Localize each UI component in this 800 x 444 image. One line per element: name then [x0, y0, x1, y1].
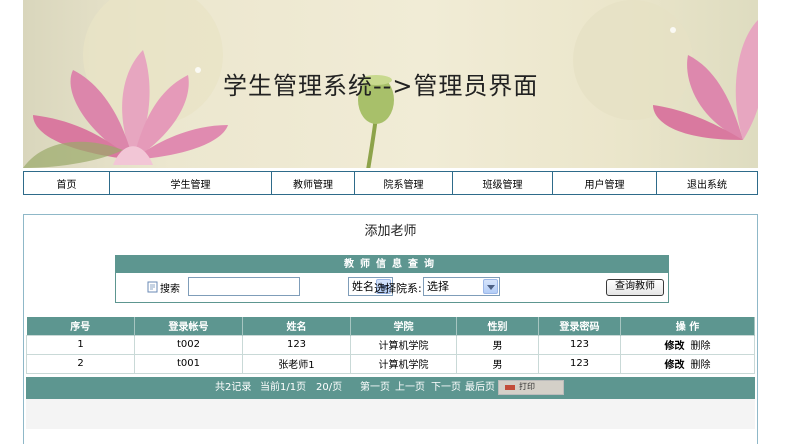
edit-link[interactable]: 修改 [665, 360, 685, 371]
table-row: 1 t002 123 计算机学院 男 123 修改 删除 [26, 334, 755, 355]
header-banner: 学生管理系统-->管理员界面 [23, 0, 758, 168]
nav-logout[interactable]: 退出系统 [657, 172, 757, 194]
column-header: 姓名 [242, 317, 351, 335]
cell-password: 123 [538, 334, 621, 355]
search-header: 教师信息查询 [116, 256, 668, 273]
column-header: 登录帐号 [134, 317, 243, 335]
pager-total: 共2记录 [215, 382, 252, 393]
college-select-value: 选择 [427, 280, 449, 293]
cell-college: 计算机学院 [350, 334, 457, 355]
cell-no: 1 [26, 334, 135, 355]
field-select-value: 姓名 [352, 280, 374, 293]
page-title: 学生管理系统-->管理员界面 [223, 72, 539, 100]
column-header: 操 作 [620, 317, 755, 335]
cell-no: 2 [26, 353, 135, 374]
query-teacher-button[interactable]: 查询教师 [606, 279, 664, 296]
nav-teacher-management[interactable]: 教师管理 [272, 172, 355, 194]
search-label: 搜索 [160, 284, 180, 295]
pager-first[interactable]: 第一页 [360, 377, 390, 399]
cell-gender: 男 [456, 334, 539, 355]
pager-per-page: 20/页 [316, 382, 343, 393]
main-nav: 首页 学生管理 教师管理 院系管理 班级管理 用户管理 退出系统 [23, 171, 758, 195]
college-label: 选择院系: [374, 282, 422, 295]
teacher-search-box: 教师信息查询 搜索 姓名 选择院系: 选择 查询教师 [115, 255, 669, 303]
column-header: 性别 [456, 317, 539, 335]
cell-account: t001 [134, 353, 243, 374]
cell-name: 张老师1 [242, 353, 351, 374]
cell-actions: 修改 删除 [620, 334, 755, 355]
delete-link[interactable]: 删除 [691, 341, 711, 352]
content-panel: 添加老师 教师信息查询 搜索 姓名 选择院系: 选择 查询教师 序号 登录帐号 … [23, 214, 758, 444]
delete-link[interactable]: 删除 [691, 360, 711, 371]
nav-student-management[interactable]: 学生管理 [110, 172, 272, 194]
nav-class-management[interactable]: 班级管理 [453, 172, 553, 194]
pager-current: 当前1/1页 [260, 382, 307, 393]
pager-prev[interactable]: 上一页 [395, 377, 425, 399]
search-row: 搜索 姓名 选择院系: 选择 查询教师 [116, 273, 668, 303]
pager-last[interactable]: 最后页 [465, 377, 495, 399]
pagination-bar: 共2记录 当前1/1页 20/页 第一页 上一页 下一页 最后页 打印 [26, 377, 755, 399]
print-button[interactable]: 打印 [498, 380, 564, 395]
panel-footer [26, 399, 755, 429]
print-label: 打印 [519, 382, 535, 391]
cell-actions: 修改 删除 [620, 353, 755, 374]
add-teacher-link[interactable]: 添加老师 [24, 220, 757, 239]
nav-department-management[interactable]: 院系管理 [355, 172, 453, 194]
column-header: 学院 [350, 317, 457, 335]
edit-link[interactable]: 修改 [665, 341, 685, 352]
table-header-row: 序号 登录帐号 姓名 学院 性别 登录密码 操 作 [26, 317, 755, 335]
cell-name: 123 [242, 334, 351, 355]
cell-account: t002 [134, 334, 243, 355]
cell-gender: 男 [456, 353, 539, 374]
search-input[interactable] [188, 277, 300, 296]
chevron-down-icon [483, 279, 498, 294]
college-select[interactable]: 选择 [423, 277, 500, 296]
teacher-table: 序号 登录帐号 姓名 学院 性别 登录密码 操 作 1 t002 123 计算机… [26, 317, 755, 374]
column-header: 登录密码 [538, 317, 621, 335]
nav-home[interactable]: 首页 [24, 172, 110, 194]
search-icon [147, 281, 158, 293]
pager-next[interactable]: 下一页 [431, 377, 461, 399]
cell-password: 123 [538, 353, 621, 374]
nav-user-management[interactable]: 用户管理 [553, 172, 657, 194]
column-header: 序号 [26, 317, 135, 335]
cell-college: 计算机学院 [350, 353, 457, 374]
table-row: 2 t001 张老师1 计算机学院 男 123 修改 删除 [26, 353, 755, 374]
